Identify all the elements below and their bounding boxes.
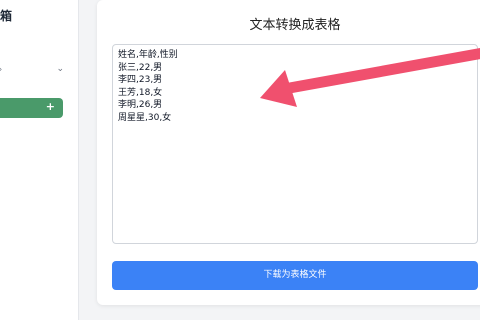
sidebar: 具箱 单 ◇ ⌄ + (0, 0, 79, 320)
text-line: 张三,22,男 (118, 62, 163, 73)
text-line: 李四,23,男 (118, 75, 163, 85)
sidebar-select[interactable]: ◇ ⌄ (0, 62, 66, 82)
download-button[interactable]: 下载为表格文件 (112, 261, 478, 290)
text-line: 周星星,30,女 (118, 112, 172, 123)
add-button[interactable]: + (0, 98, 63, 118)
plus-icon: + (45, 100, 55, 113)
text-line: 王芳,18,女 (118, 87, 163, 98)
app: 具箱 单 ◇ ⌄ + 文本转换成表格 姓名,年龄,性别 张三,22,男 李四,2… (0, 0, 480, 320)
text-line: 李明,26,男 (118, 100, 163, 110)
page-title: 文本转换成表格 (249, 18, 341, 33)
converter-card: 文本转换成表格 姓名,年龄,性别 张三,22,男 李四,23,男 王芳,18,女… (97, 0, 480, 305)
text-input-area[interactable]: 姓名,年龄,性别 张三,22,男 李四,23,男 王芳,18,女 李明,26,男… (112, 44, 478, 244)
sidebar-title: 具箱 (0, 9, 13, 23)
paint-icon: ◇ (0, 64, 2, 75)
text-line: 姓名,年龄,性别 (118, 50, 178, 60)
chevron-down-icon: ⌄ (56, 64, 64, 74)
